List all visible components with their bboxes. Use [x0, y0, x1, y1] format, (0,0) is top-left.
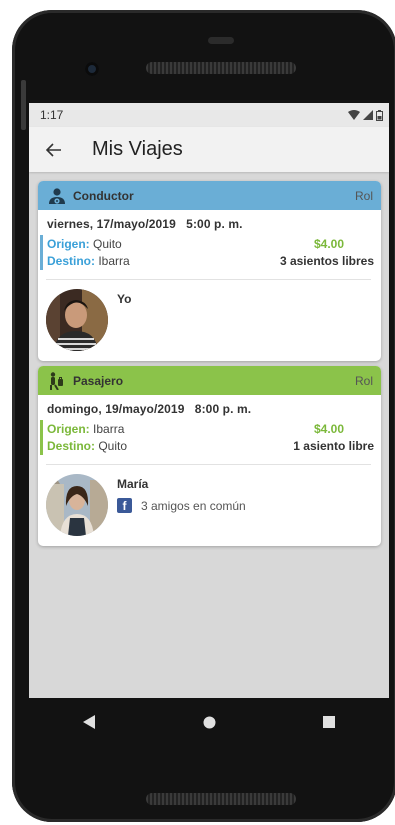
destination-label: Destino:: [47, 439, 95, 453]
side-button: [21, 80, 26, 130]
earpiece-speaker: [146, 62, 296, 74]
role-tag: Rol: [354, 188, 373, 203]
avatar[interactable]: [46, 474, 108, 536]
mutual-friends-text: 3 amigos en común: [141, 498, 246, 513]
trip-price: $4.00: [313, 422, 344, 436]
person-name: María: [117, 477, 149, 491]
seats-available: 3 asientos libres: [279, 254, 374, 268]
destination-value: Quito: [98, 439, 128, 453]
trip-datetime: viernes, 17/mayo/2019 5:00 p. m.: [38, 210, 381, 231]
nav-recents-button[interactable]: [309, 702, 349, 742]
status-time: 1:17: [40, 108, 64, 122]
trip-price: $4.00: [313, 237, 344, 251]
person-row: Yo: [38, 280, 381, 361]
square-recents-icon: [323, 716, 335, 728]
back-button[interactable]: [43, 139, 65, 161]
nav-home-button[interactable]: [189, 702, 229, 742]
role-name: Conductor: [73, 188, 134, 203]
status-bar: 1:17: [29, 103, 389, 127]
origin-label: Origen:: [47, 422, 90, 436]
card-header: Conductor Rol: [38, 181, 381, 210]
arrow-back-icon: [46, 142, 61, 157]
trip-datetime: domingo, 19/mayo/2019 8:00 p. m.: [38, 395, 381, 416]
screen: 1:17 Mis Viajes Conductor Rol viernes, 1…: [29, 103, 389, 698]
role-tag: Rol: [354, 373, 373, 388]
bottom-speaker: [146, 793, 296, 805]
passenger-icon: [50, 371, 63, 390]
trip-date: viernes, 17/mayo/2019: [47, 217, 176, 231]
route-section: Origen: Ibarra $4.00 Destino: Quito 1 as…: [40, 420, 381, 455]
origin-value: Ibarra: [93, 422, 125, 436]
origin-value: Quito: [93, 237, 122, 251]
mutual-friends: f 3 amigos en común: [117, 498, 246, 513]
battery-icon: [376, 109, 383, 121]
person-name: Yo: [117, 292, 132, 306]
person-row: María f 3 amigos en común: [38, 465, 381, 546]
trip-time: 8:00 p. m.: [194, 402, 252, 416]
status-icons: [348, 109, 383, 121]
destination-label: Destino:: [47, 254, 95, 268]
proximity-sensor: [208, 37, 234, 44]
facebook-icon: f: [117, 498, 132, 513]
triangle-back-icon: [83, 715, 95, 729]
trip-time: 5:00 p. m.: [186, 217, 243, 231]
origin-label: Origen:: [47, 237, 90, 251]
signal-icon: [363, 110, 373, 120]
avatar[interactable]: [46, 289, 108, 351]
role-name: Pasajero: [73, 373, 124, 388]
page-title: Mis Viajes: [92, 138, 183, 160]
wifi-icon: [348, 110, 360, 120]
driver-icon: [49, 187, 65, 204]
trip-card-passenger[interactable]: Pasajero Rol domingo, 19/mayo/2019 8:00 …: [38, 366, 381, 546]
nav-back-button[interactable]: [69, 702, 109, 742]
seats-available: 1 asiento libre: [293, 439, 374, 453]
trip-date: domingo, 19/mayo/2019: [47, 402, 185, 416]
trip-card-driver[interactable]: Conductor Rol viernes, 17/mayo/2019 5:00…: [38, 181, 381, 361]
app-bar: Mis Viajes: [29, 127, 389, 172]
destination-value: Ibarra: [98, 254, 130, 268]
route-section: Origen: Quito $4.00 Destino: Ibarra 3 as…: [40, 235, 381, 270]
front-camera: [85, 62, 99, 76]
system-nav-bar: [29, 698, 389, 746]
card-header: Pasajero Rol: [38, 366, 381, 395]
circle-home-icon: [203, 716, 215, 728]
